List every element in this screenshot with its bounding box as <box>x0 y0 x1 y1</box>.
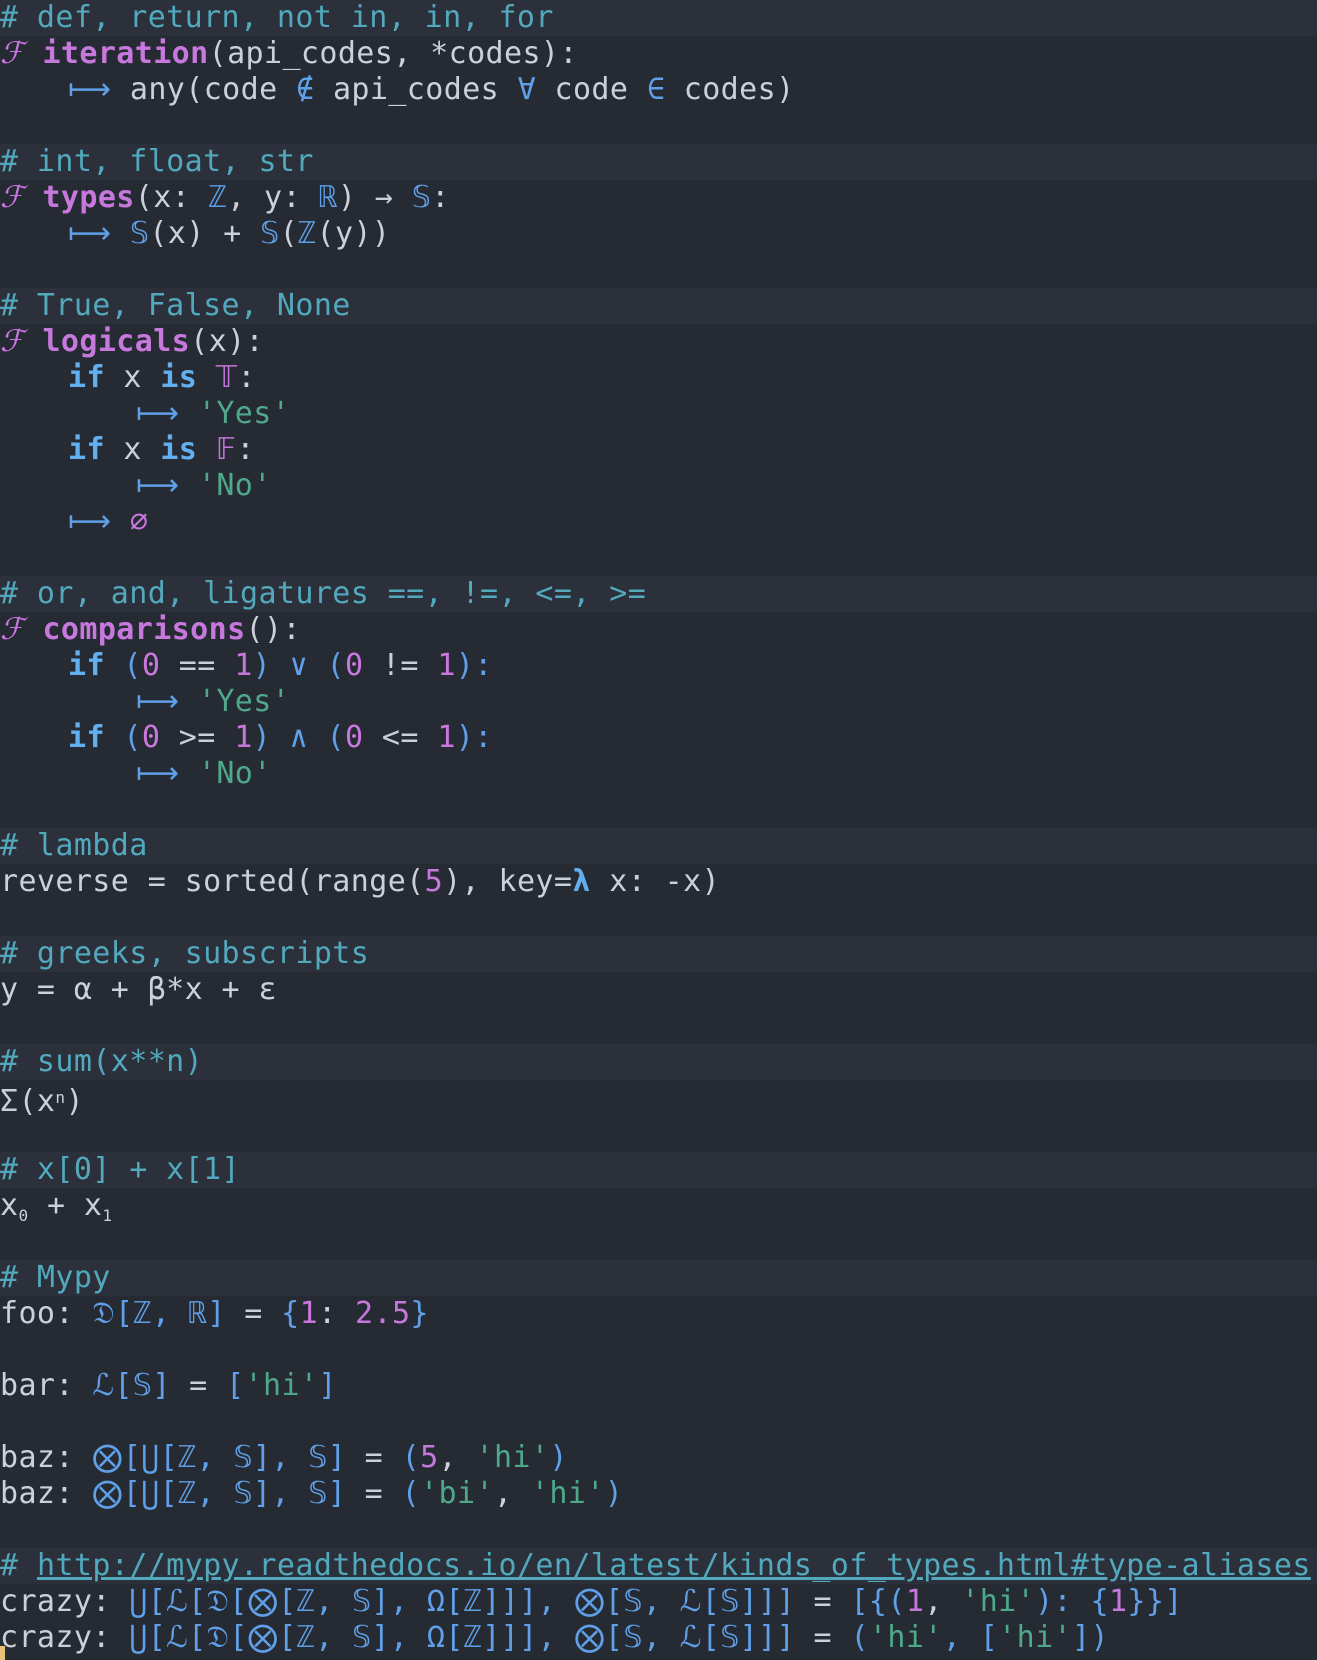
function-name: iteration <box>42 36 209 71</box>
function-definition-line: ℱ comparisons(): <box>0 612 301 647</box>
code-line: ⟼ 𝕊(x) + 𝕊(ℤ(y)) <box>68 216 391 251</box>
function-glyph-icon: ℱ <box>0 180 24 215</box>
code-line: ⟼ 'No' <box>136 468 272 503</box>
code-line: ⟼ any(code ∉ api_codes ∀ code ∈ codes) <box>68 72 795 107</box>
function-name: comparisons <box>42 612 246 647</box>
empty-set-icon: ∅ <box>129 504 149 539</box>
function-glyph-icon: ℱ <box>0 36 24 71</box>
code-line: ⟼ 'Yes' <box>136 684 291 719</box>
code-line: if x is 𝔽: <box>68 432 255 467</box>
comment-line: # x[0] + x[1] <box>0 1152 1317 1188</box>
code-line: Σ(xn) <box>0 1084 84 1119</box>
code-line: ⟼ 'No' <box>136 756 272 791</box>
comment-line: # http://mypy.readthedocs.io/en/latest/k… <box>0 1548 1317 1584</box>
code-line: y = α + β*x + ε <box>0 972 277 1007</box>
function-definition-line: ℱ iteration(api_codes, *codes): <box>0 36 578 71</box>
comment-line: # def, return, not in, in, for <box>0 0 1317 36</box>
code-line: ⟼ 'Yes' <box>136 396 291 431</box>
comment-line: # lambda <box>0 828 1317 864</box>
code-line: crazy: ⋃[ℒ[𝔇[⨂[ℤ, 𝕊], Ω[ℤ]]], ⨂[𝕊, ℒ[𝕊]]… <box>0 1584 1183 1619</box>
function-definition-line: ℱ logicals(x): <box>0 324 265 359</box>
return-arrow-icon: ⟼ <box>68 504 130 539</box>
comment-line: # greeks, subscripts <box>0 936 1317 972</box>
comment-line: # int, float, str <box>0 144 1317 180</box>
function-glyph-icon: ℱ <box>0 612 24 647</box>
code-line: if (0 == 1) ∨ (0 != 1): <box>68 648 493 683</box>
code-line: baz: ⨂[⋃[ℤ, 𝕊], 𝕊] = ('bi', 'hi') <box>0 1476 624 1511</box>
function-definition-line: ℱ types(x: ℤ, y: ℝ) → 𝕊: <box>0 180 450 215</box>
function-glyph-icon: ℱ <box>0 324 24 359</box>
return-arrow-icon: ⟼ <box>136 396 198 431</box>
code-line: if x is 𝕋: <box>68 360 256 395</box>
code-line: crazy: ⋃[ℒ[𝔇[⨂[ℤ, 𝕊], Ω[ℤ]]], ⨂[𝕊, ℒ[𝕊]]… <box>0 1620 1109 1655</box>
text-cursor <box>0 1646 5 1660</box>
code-line: ⟼ ∅ <box>0 504 1317 540</box>
return-arrow-icon: ⟼ <box>136 684 198 719</box>
comment-line: # Mypy <box>0 1260 1317 1296</box>
comment-line: # or, and, ligatures ==, !=, <=, >= <box>0 576 1317 612</box>
code-line: x0 + x1 <box>0 1188 113 1225</box>
function-name: types <box>42 180 135 215</box>
return-arrow-icon: ⟼ <box>68 72 130 107</box>
return-arrow-icon: ⟼ <box>136 468 198 503</box>
code-line: if (0 >= 1) ∧ (0 <= 1): <box>68 720 493 755</box>
function-name: logicals <box>42 324 191 359</box>
comment-line: # True, False, None <box>0 288 1317 324</box>
docs-link[interactable]: http://mypy.readthedocs.io/en/latest/kin… <box>37 1548 1311 1583</box>
comment-line: # sum(x**n) <box>0 1044 1317 1080</box>
lambda-icon: λ <box>572 864 591 899</box>
return-arrow-icon: ⟼ <box>68 216 130 251</box>
return-arrow-icon: ⟼ <box>136 756 198 791</box>
code-line: reverse = sorted(range(5), key=λ x: -x) <box>0 864 721 899</box>
code-line: bar: ℒ[𝕊] = ['hi'] <box>0 1368 337 1403</box>
code-line: baz: ⨂[⋃[ℤ, 𝕊], 𝕊] = (5, 'hi') <box>0 1440 568 1475</box>
code-line: foo: 𝔇[ℤ, ℝ] = {1: 2.5} <box>0 1296 429 1331</box>
code-editor[interactable]: # def, return, not in, in, for ℱ iterati… <box>0 0 1317 1660</box>
